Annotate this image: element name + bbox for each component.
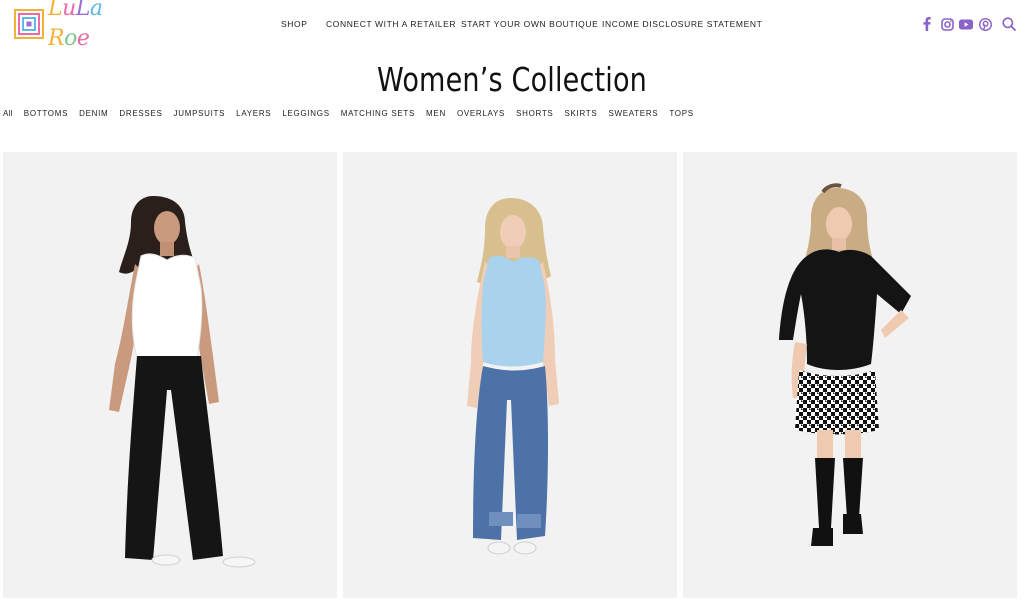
category-filters: All BOTTOMS DENIM DRESSES JUMPSUITS LAYE… bbox=[3, 108, 705, 120]
filter-overlays[interactable]: OVERLAYS bbox=[457, 108, 505, 120]
nav-income-disclosure[interactable]: INCOME DISCLOSURE STATEMENT bbox=[602, 17, 762, 31]
filter-men[interactable]: MEN bbox=[426, 108, 446, 120]
filter-leggings[interactable]: LEGGINGS bbox=[282, 108, 329, 120]
product-image-model-black-pants bbox=[109, 196, 256, 568]
filter-denim[interactable]: DENIM bbox=[79, 108, 108, 120]
filter-tops[interactable]: TOPS bbox=[669, 108, 693, 120]
filter-dresses[interactable]: DRESSES bbox=[119, 108, 162, 120]
filter-shorts[interactable]: SHORTS bbox=[516, 108, 553, 120]
pinterest-icon[interactable] bbox=[978, 16, 992, 32]
instagram-icon[interactable] bbox=[940, 16, 954, 32]
filter-matching-sets[interactable]: MATCHING SETS bbox=[341, 108, 415, 120]
filter-layers[interactable]: LAYERS bbox=[236, 108, 271, 120]
filter-skirts[interactable]: SKIRTS bbox=[564, 108, 597, 120]
product-card[interactable] bbox=[3, 152, 337, 598]
filter-sweaters[interactable]: SWEATERS bbox=[608, 108, 658, 120]
filter-bottoms[interactable]: BOTTOMS bbox=[24, 108, 68, 120]
main-nav: SHOP CONNECT WITH A RETAILER START YOUR … bbox=[0, 17, 1024, 33]
product-image-model-houndstooth-skirt bbox=[779, 183, 911, 546]
filter-all[interactable]: All bbox=[3, 108, 13, 120]
search-icon[interactable] bbox=[1001, 16, 1017, 32]
product-card[interactable] bbox=[683, 152, 1017, 598]
nav-shop[interactable]: SHOP bbox=[281, 17, 308, 31]
youtube-icon[interactable] bbox=[959, 16, 973, 32]
nav-connect-retailer[interactable]: CONNECT WITH A RETAILER bbox=[326, 17, 456, 31]
page-title: Women’s Collection bbox=[377, 60, 647, 99]
site-header: LuLaRoe SHOP CONNECT WITH A RETAILER STA… bbox=[0, 0, 1024, 51]
product-image-model-blue-jeans bbox=[467, 198, 559, 555]
nav-start-boutique[interactable]: START YOUR OWN BOUTIQUE bbox=[461, 17, 598, 31]
product-card[interactable] bbox=[343, 152, 677, 598]
facebook-icon[interactable] bbox=[921, 16, 933, 32]
filter-jumpsuits[interactable]: JUMPSUITS bbox=[174, 108, 226, 120]
